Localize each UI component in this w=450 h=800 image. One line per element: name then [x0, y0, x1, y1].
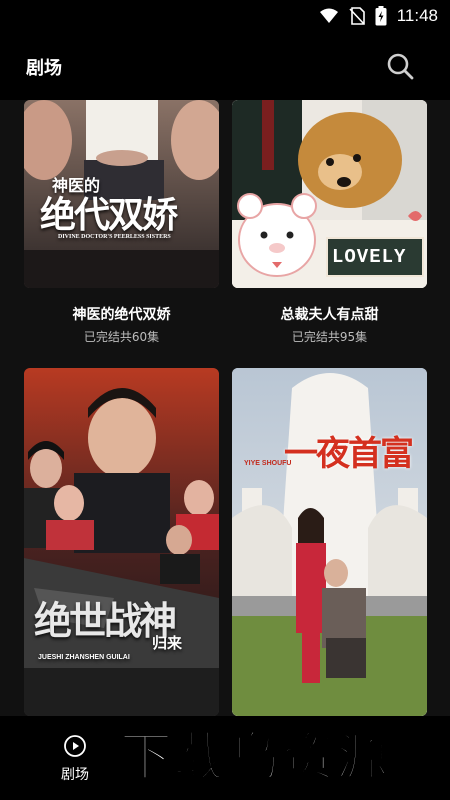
nav-label: 剧场	[61, 767, 89, 783]
drama-card-title[interactable]: 总裁夫人有点甜	[232, 304, 427, 324]
nav-item-theater[interactable]: 剧场	[40, 728, 110, 788]
status-bar: 11:48	[0, 0, 450, 32]
poster-title-main: 绝代双娇	[40, 194, 178, 236]
poster-subtitle: YIYE SHOUFU	[244, 460, 292, 467]
drama-grid: 神医的 绝代双娇 DIVINE DOCTOR'S PEERLESS SISTER…	[0, 100, 450, 716]
play-circle-icon	[64, 735, 86, 757]
poster-label: LOVELY	[332, 246, 407, 268]
drama-card-status: 已完结共95集	[291, 330, 368, 344]
search-icon	[387, 53, 414, 80]
poster-subtitle: JUESHI ZHANSHEN GUILAI	[38, 654, 130, 661]
poster-image	[232, 368, 427, 716]
drama-card-poster[interactable]: 绝世战神 归来 JUESHI ZHANSHEN GUILAI	[24, 368, 219, 716]
app-header: 剧场	[0, 32, 450, 100]
drama-card-poster[interactable]: LOVELY	[232, 100, 427, 288]
watermark-text: 下载鸟资源	[119, 727, 391, 789]
wifi-icon	[319, 8, 338, 23]
poster-subtitle: DIVINE DOCTOR'S PEERLESS SISTERS	[58, 234, 171, 240]
search-button[interactable]	[386, 52, 414, 80]
poster-image	[24, 368, 219, 716]
drama-card-status: 已完结共60集	[83, 330, 160, 344]
bottom-navigation: 剧场 下载鸟资源	[0, 716, 450, 800]
status-icons: 11:48	[319, 6, 438, 26]
battery-icon	[375, 6, 387, 26]
drama-card-poster[interactable]: 一夜首富 YIYE SHOUFU	[232, 368, 427, 716]
poster-title-main: 一夜首富	[284, 434, 414, 474]
drama-card-poster[interactable]: 神医的 绝代双娇 DIVINE DOCTOR'S PEERLESS SISTER…	[24, 100, 219, 288]
poster-title-sub: 归来	[152, 634, 183, 652]
no-sim-icon	[349, 7, 365, 25]
status-time: 11:48	[396, 6, 438, 25]
drama-card-title[interactable]: 神医的绝代双娇	[24, 304, 219, 324]
page-title: 剧场	[26, 58, 62, 79]
